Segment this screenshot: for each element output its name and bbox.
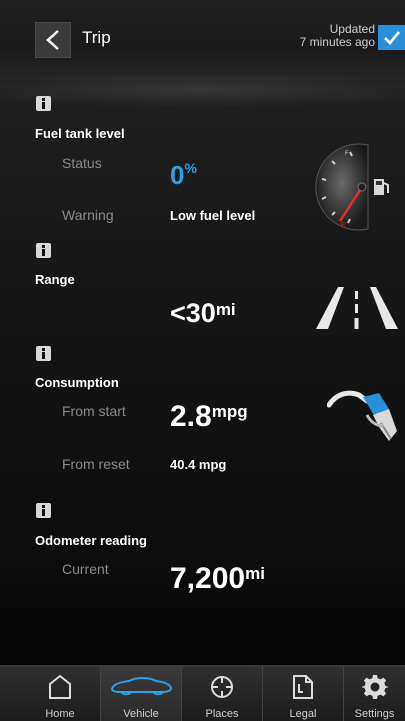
updated-status: Updated 7 minutes ago xyxy=(300,23,375,49)
svg-text:F: F xyxy=(345,151,349,157)
from-start-value: 2.8mpg xyxy=(170,400,248,434)
road-icon xyxy=(316,287,398,329)
nav-label-vehicle: Vehicle xyxy=(123,708,159,720)
nav-label-settings: Settings xyxy=(354,708,395,720)
fuel-section-title: Fuel tank level xyxy=(35,126,125,141)
nav-item-settings[interactable]: Settings xyxy=(344,666,405,721)
odometer-value: 7,200mi xyxy=(170,562,265,596)
fuel-warning-value: Low fuel level xyxy=(170,208,256,223)
from-start-unit: mpg xyxy=(211,402,248,421)
fuel-percent-number: 0 xyxy=(170,160,185,190)
nav-item-legal[interactable]: Legal xyxy=(263,666,343,721)
nav-item-home[interactable]: Home xyxy=(20,666,100,721)
odometer-current-label: Current xyxy=(62,561,109,577)
from-start-label: From start xyxy=(62,403,126,419)
info-icon[interactable] xyxy=(36,503,51,518)
from-reset-value: 40.4 mpg xyxy=(170,457,227,472)
gear-icon xyxy=(361,675,388,699)
odometer-section-title: Odometer reading xyxy=(35,533,147,548)
page-title: Trip xyxy=(82,28,111,47)
range-section-title: Range xyxy=(35,272,75,287)
updated-time: 7 minutes ago xyxy=(299,35,375,49)
car-icon xyxy=(110,677,173,696)
info-icon[interactable] xyxy=(36,96,51,111)
header-bar: Trip Updated 7 minutes ago xyxy=(0,0,405,80)
svg-text:E: E xyxy=(341,223,345,229)
bottom-nav: Home Vehicle Places Legal Settings xyxy=(0,665,405,721)
odometer-number: 7,200 xyxy=(170,562,246,595)
header-sheen xyxy=(0,70,405,110)
nav-label-legal: Legal xyxy=(289,708,317,720)
home-icon xyxy=(49,674,71,699)
range-value: <30mi xyxy=(170,298,236,329)
screen: Trip Updated 7 minutes ago Fuel tank lev… xyxy=(0,0,405,721)
range-unit: mi xyxy=(215,300,236,319)
crosshair-icon xyxy=(211,676,233,698)
odometer-unit: mi xyxy=(245,564,265,583)
nav-item-vehicle[interactable]: Vehicle xyxy=(101,666,181,721)
info-icon[interactable] xyxy=(36,346,51,361)
fuel-warning-label: Warning xyxy=(62,207,114,223)
consumption-section-title: Consumption xyxy=(35,375,119,390)
fuel-nozzle-icon xyxy=(327,390,397,441)
fuel-gauge-icon: F E xyxy=(315,143,389,231)
fuel-status-label: Status xyxy=(62,155,102,171)
from-reset-label: From reset xyxy=(62,456,130,472)
nav-item-places[interactable]: Places xyxy=(182,666,262,721)
from-start-number: 2.8 xyxy=(170,400,212,433)
fuel-percent-unit: % xyxy=(184,160,197,176)
chevron-left-icon xyxy=(46,30,59,50)
nav-label-places: Places xyxy=(205,708,239,720)
nav-label-home: Home xyxy=(45,708,75,720)
document-icon xyxy=(293,675,313,699)
back-button[interactable] xyxy=(35,22,71,58)
refresh-checkbox[interactable] xyxy=(378,25,405,50)
checkmark-icon xyxy=(384,31,401,45)
info-icon[interactable] xyxy=(36,243,51,258)
fuel-status-value: 0% xyxy=(170,160,197,191)
range-number: <30 xyxy=(170,298,216,328)
